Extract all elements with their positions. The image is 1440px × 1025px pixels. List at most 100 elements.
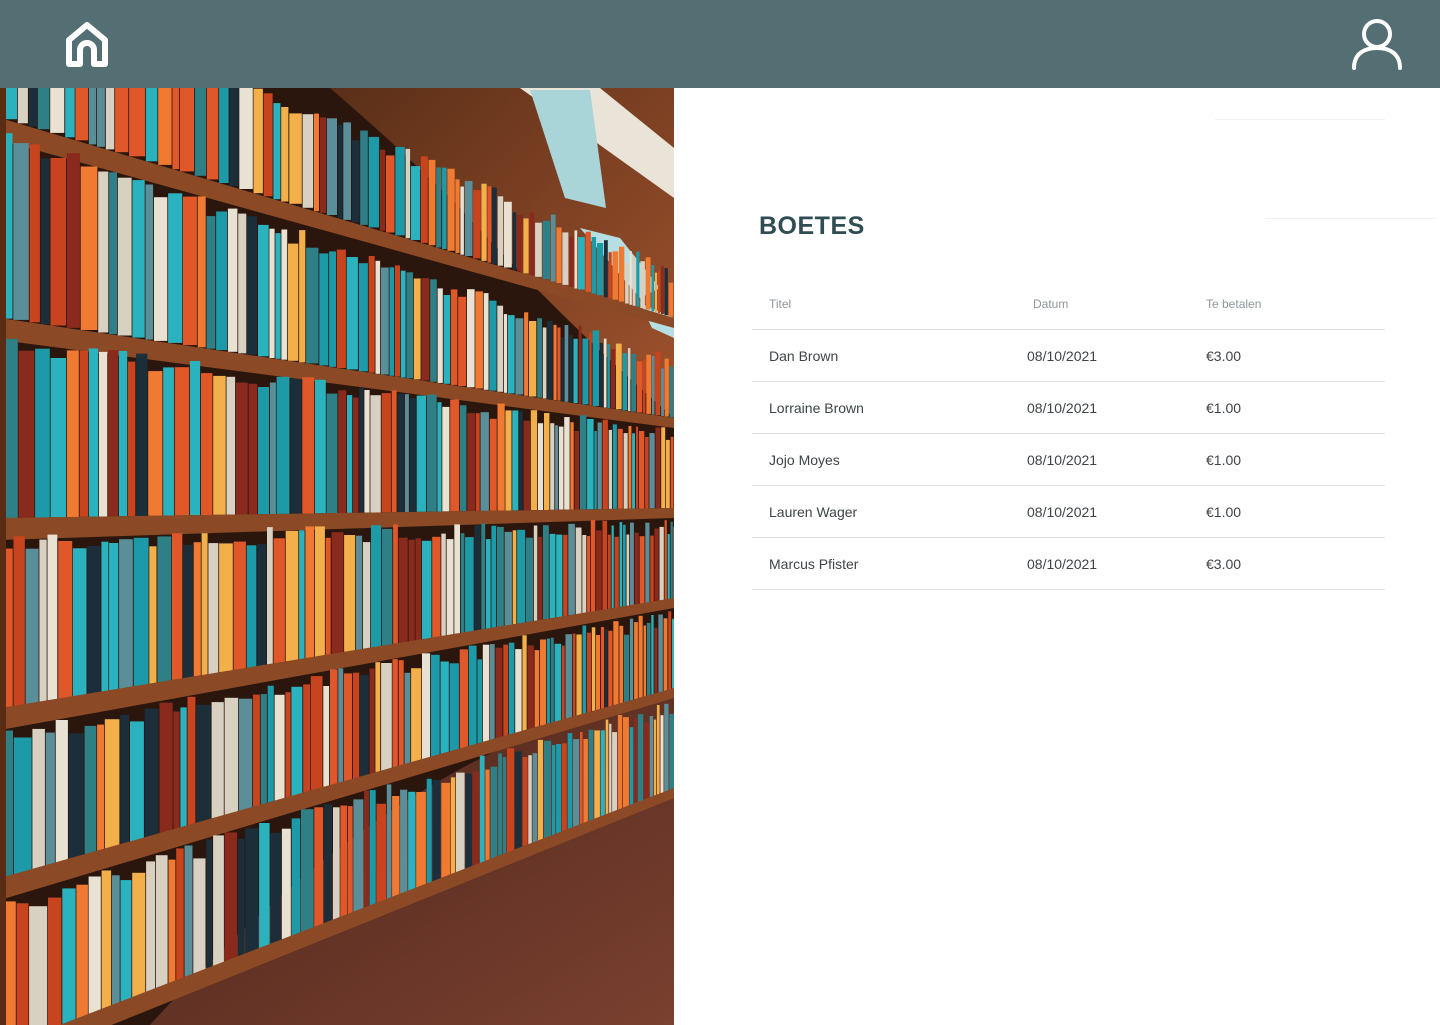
- book-spine: [381, 393, 391, 513]
- book-spine: [183, 544, 193, 679]
- book-spine: [512, 410, 519, 511]
- book-spine: [299, 230, 306, 363]
- book-spine: [395, 147, 405, 236]
- table-row[interactable]: Lorraine Brown 08/10/2021 €1.00: [752, 381, 1385, 434]
- top-bar: [0, 0, 1440, 88]
- book-spine: [441, 533, 446, 636]
- book-spine: [285, 530, 299, 662]
- table-row[interactable]: Lauren Wager 08/10/2021 €1.00: [752, 485, 1385, 538]
- book-spine: [634, 717, 637, 804]
- book-spine: [389, 267, 395, 376]
- book-spine: [323, 804, 333, 924]
- book-spine: [613, 621, 619, 706]
- book-spine: [565, 634, 573, 719]
- book-spine: [609, 723, 612, 813]
- book-spine: [353, 672, 360, 779]
- book-spine: [489, 300, 497, 391]
- book-spine: [4, 338, 18, 518]
- book-spine: [353, 799, 364, 912]
- book-spine: [18, 350, 35, 518]
- book-spine: [437, 402, 442, 512]
- book-spine: [490, 644, 495, 740]
- book-spine: [504, 201, 512, 268]
- book-spine: [664, 267, 668, 316]
- book-spine: [346, 257, 358, 370]
- book-spine: [68, 733, 84, 859]
- book-spine: [369, 668, 375, 774]
- book-spine: [562, 645, 565, 720]
- fine-title: Lauren Wager: [752, 485, 1027, 538]
- book-spine: [281, 828, 291, 940]
- book-spine: [543, 525, 549, 620]
- book-spine: [573, 633, 576, 717]
- book-spine: [529, 212, 535, 276]
- book-spine: [50, 158, 66, 326]
- shelf-frame: [0, 88, 6, 1025]
- table-header-row: Titel Datum Te betalen: [752, 278, 1385, 330]
- book-spine: [590, 520, 596, 612]
- book-spine: [517, 529, 526, 624]
- book-spine: [154, 197, 168, 341]
- book-spine: [489, 418, 497, 511]
- book-spine: [569, 237, 574, 287]
- book-spine: [664, 358, 669, 417]
- book-spine: [430, 279, 437, 382]
- home-button[interactable]: [62, 20, 112, 68]
- book-spine: [643, 359, 646, 414]
- book-spine: [338, 668, 344, 783]
- book-spine: [426, 778, 432, 884]
- column-header-title: Titel: [752, 278, 1027, 330]
- book-spine: [101, 870, 112, 1009]
- book-spine: [88, 876, 101, 1014]
- book-spine: [596, 635, 600, 710]
- book-spine: [663, 618, 668, 691]
- book-spine: [213, 835, 224, 966]
- table-row[interactable]: Jojo Moyes 08/10/2021 €1.00: [752, 433, 1385, 486]
- book-spine: [258, 224, 269, 357]
- book-spine: [597, 243, 604, 296]
- book-spine: [665, 439, 670, 509]
- book-spine: [274, 694, 285, 801]
- fine-date: 08/10/2021: [1027, 537, 1206, 590]
- book-spine: [227, 208, 238, 352]
- book-spine: [420, 156, 428, 243]
- table-row[interactable]: Marcus Pfister 08/10/2021 €3.00: [752, 537, 1385, 590]
- book-spine: [408, 539, 415, 642]
- book-spine: [646, 354, 651, 414]
- book-spine: [551, 745, 556, 836]
- book-spine: [305, 526, 315, 659]
- book-spine: [288, 243, 299, 361]
- book-spine: [664, 520, 667, 600]
- book-spine: [253, 88, 263, 194]
- book-spine: [591, 237, 597, 294]
- book-spine: [547, 320, 553, 400]
- book-spine: [290, 378, 302, 514]
- book-spine: [163, 367, 174, 516]
- book-spine: [619, 246, 625, 302]
- book-spine: [603, 338, 607, 408]
- fine-date: 08/10/2021: [1027, 329, 1206, 382]
- book-spine: [626, 534, 630, 606]
- home-icon: [66, 22, 108, 67]
- book-spine: [651, 615, 654, 695]
- book-spine: [589, 332, 592, 406]
- book-spine: [326, 393, 338, 514]
- user-profile-button[interactable]: [1346, 14, 1408, 74]
- book-spine: [622, 353, 628, 411]
- book-spine: [172, 88, 180, 170]
- book-spine: [219, 88, 229, 183]
- book-spine: [173, 711, 180, 830]
- book-spine: [224, 832, 238, 962]
- book-spine: [108, 350, 119, 517]
- book-spine: [460, 405, 467, 512]
- book-spine: [132, 180, 145, 338]
- book-spine: [562, 232, 569, 285]
- book-spine: [375, 260, 381, 374]
- book-spine: [88, 348, 99, 517]
- book-spine: [660, 266, 664, 315]
- table-row[interactable]: Dan Brown 08/10/2021 €3.00: [752, 329, 1385, 382]
- book-spine: [98, 351, 108, 517]
- fine-title: Jojo Moyes: [752, 433, 1027, 486]
- book-spine: [657, 270, 661, 314]
- book-spine: [421, 278, 430, 381]
